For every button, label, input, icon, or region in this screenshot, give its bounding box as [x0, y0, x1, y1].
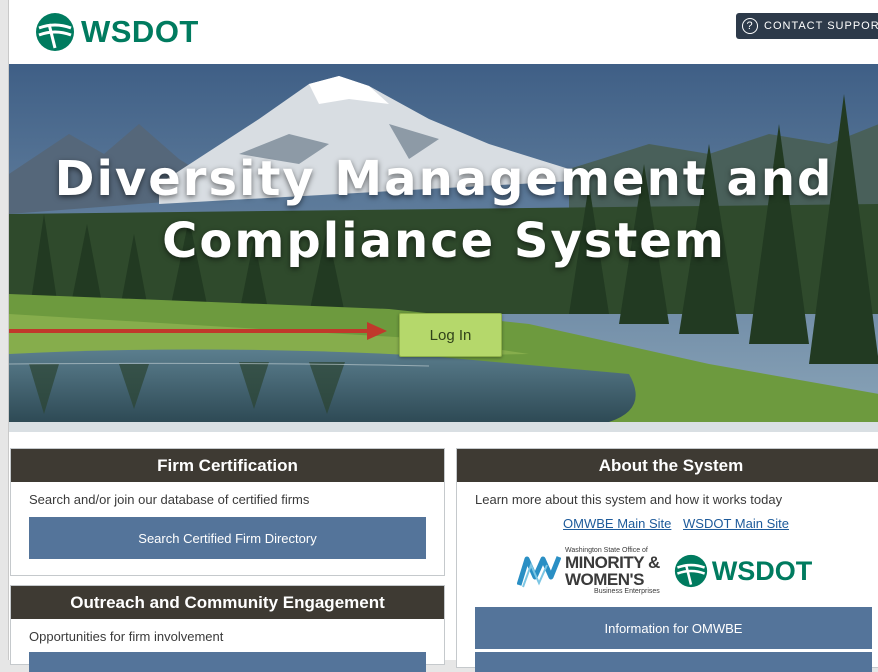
omwbe-logo-text: Washington State Office of MINORITY & WO…: [565, 547, 660, 595]
wsdot-partner-logo-text: WSDOT: [711, 555, 813, 586]
about-system-panel: About the System Learn more about this s…: [456, 448, 878, 672]
contact-support-label: CONTACT SUPPOR: [764, 20, 878, 32]
omwbe-logo-line3: WOMEN'S: [565, 570, 644, 589]
about-links: OMWBE Main Site WSDOT Main Site: [457, 516, 878, 531]
omwbe-emblem-icon: [517, 556, 561, 588]
omwbe-logo-line4: Business Enterprises: [594, 588, 660, 595]
outreach-button[interactable]: [29, 652, 426, 672]
wsdot-emblem-icon: [674, 554, 707, 588]
about-secondary-button[interactable]: [475, 652, 872, 672]
hero-banner: Diversity Management and Compliance Syst…: [9, 64, 878, 422]
omwbe-logo-line2: MINORITY &: [565, 553, 660, 572]
hero-title-line2: Compliance System: [162, 213, 726, 269]
outreach-panel: Outreach and Community Engagement Opport…: [10, 585, 445, 672]
login-button[interactable]: Log In: [399, 313, 502, 357]
contact-support-button[interactable]: ? CONTACT SUPPOR: [736, 13, 878, 39]
hero-title-line1: Diversity Management and: [54, 151, 834, 207]
firm-certification-panel: Firm Certification Search and/or join ou…: [10, 448, 445, 576]
annotation-arrow-icon: [9, 322, 387, 340]
omwbe-main-site-link[interactable]: OMWBE Main Site: [563, 516, 671, 531]
page-frame: WSDOT ? CONTACT SUPPOR Diversity Managem…: [8, 0, 878, 672]
about-system-title: About the System: [457, 449, 878, 482]
wsdot-partner-logo[interactable]: WSDOT: [674, 554, 813, 588]
firm-certification-title: Firm Certification: [11, 449, 444, 482]
omwbe-logo[interactable]: Washington State Office of MINORITY & WO…: [517, 547, 660, 595]
outreach-description: Opportunities for firm involvement: [29, 629, 224, 644]
site-header: WSDOT ? CONTACT SUPPOR: [9, 0, 878, 62]
outreach-title: Outreach and Community Engagement: [11, 586, 444, 619]
about-system-description: Learn more about this system and how it …: [475, 492, 783, 507]
search-firm-directory-button[interactable]: Search Certified Firm Directory: [29, 517, 426, 559]
wsdot-logo-text: WSDOT: [81, 14, 199, 49]
information-for-omwbe-button[interactable]: Information for OMWBE: [475, 607, 872, 649]
hero-divider: [9, 422, 878, 432]
wsdot-logo[interactable]: WSDOT: [35, 12, 199, 52]
question-circle-icon: ?: [742, 18, 758, 34]
wsdot-main-site-link[interactable]: WSDOT Main Site: [683, 516, 789, 531]
partner-logos: Washington State Office of MINORITY & WO…: [517, 547, 812, 595]
firm-certification-description: Search and/or join our database of certi…: [29, 492, 310, 507]
wsdot-emblem-icon: [36, 13, 74, 51]
hero-title: Diversity Management and Compliance Syst…: [9, 148, 878, 272]
